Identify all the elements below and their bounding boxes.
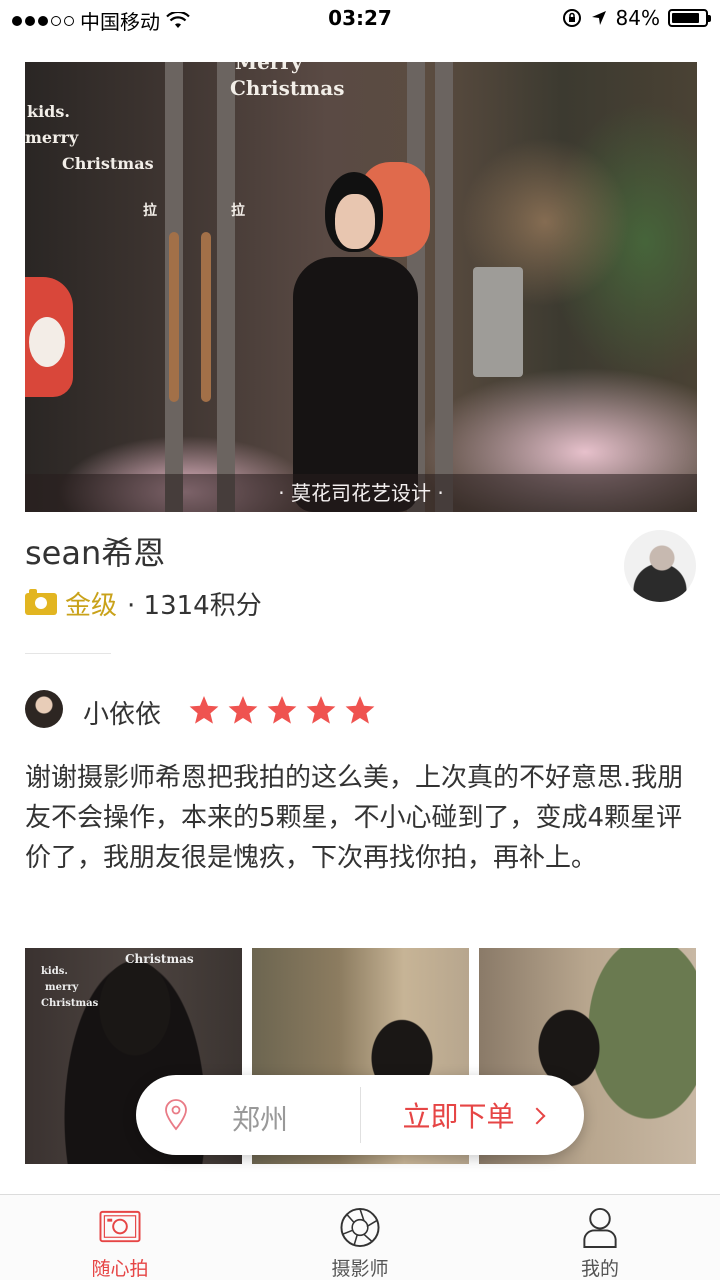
chevron-right-icon — [528, 1107, 545, 1125]
thumb-sticker-text: kids. — [41, 966, 68, 977]
hero-photo[interactable]: Merry Christmas kids. merry Christmas 拉 … — [25, 62, 697, 512]
tab-label: 随心拍 — [91, 1258, 149, 1280]
hero-sticker-text: 拉 — [231, 203, 245, 219]
hero-sticker-text: Christmas — [62, 154, 154, 173]
order-now-button[interactable]: 立即下单 — [361, 1075, 584, 1155]
star-icon — [267, 696, 297, 724]
hero-sticker-text: merry — [25, 128, 79, 147]
santa-sticker — [25, 277, 73, 397]
location-pin-icon — [165, 1099, 187, 1131]
battery-icon — [668, 9, 711, 27]
tab-suixinpai[interactable]: 随心拍 — [0, 1195, 240, 1280]
photographer-avatar[interactable] — [624, 530, 696, 602]
score-label: · 1314积分 — [127, 591, 262, 621]
review-text: 谢谢摄影师希恩把我拍的这么美，上次真的不好意思.我朋友不会操作，本来的5颗星，不… — [25, 763, 684, 873]
rotation-lock-icon — [562, 9, 581, 27]
star-icon — [189, 696, 219, 724]
tab-label: 我的 — [580, 1258, 619, 1280]
thumb-sticker-text: merry — [45, 982, 79, 993]
status-bar: 中国移动 03:27 84% — [0, 0, 720, 38]
thumb-sticker-text: Christmas — [125, 952, 194, 966]
star-icon — [228, 696, 258, 724]
hero-sticker-text: 拉 — [143, 203, 157, 219]
flower-pot — [473, 267, 523, 377]
city-selector[interactable]: 郑州 — [232, 1098, 288, 1138]
status-right: 84% — [562, 6, 711, 30]
hero-sticker-text: Christmas — [230, 76, 345, 100]
user-icon — [583, 1207, 617, 1248]
battery-percent: 84% — [615, 6, 660, 30]
level-camera-icon — [25, 588, 57, 615]
hero-sticker-text: Merry — [235, 62, 303, 74]
bottom-tab-bar: 随心拍 摄影师 我的 — [0, 1194, 720, 1280]
order-bar: 郑州 立即下单 — [136, 1075, 584, 1155]
door-frame — [435, 62, 453, 512]
camera-icon — [99, 1210, 141, 1243]
reviewer-name: 小依依 — [83, 700, 162, 730]
location-arrow-icon — [591, 11, 606, 25]
photographer-name: sean希恩 — [25, 534, 166, 572]
hero-caption: · 莫花司花艺设计 · — [25, 474, 697, 512]
star-icon — [306, 696, 336, 724]
thumb-sticker-text: Christmas — [41, 998, 99, 1009]
tab-photographers[interactable]: 摄影师 — [240, 1195, 480, 1280]
reviewer-avatar[interactable] — [25, 690, 63, 728]
door-handle — [201, 232, 211, 402]
aperture-icon — [340, 1207, 380, 1248]
portrait-subject — [283, 172, 428, 512]
star-icon — [345, 696, 375, 724]
level-label: 金级 — [65, 591, 118, 621]
order-now-label: 立即下单 — [402, 1100, 515, 1133]
rating-stars — [188, 694, 376, 726]
divider — [25, 653, 111, 654]
photographer-level-row: 金级 · 1314积分 — [25, 585, 262, 622]
tab-me[interactable]: 我的 — [480, 1195, 720, 1280]
hero-sticker-text: kids. — [27, 102, 70, 121]
door-frame — [217, 62, 235, 512]
door-handle — [169, 232, 179, 402]
tab-label: 摄影师 — [331, 1258, 389, 1280]
